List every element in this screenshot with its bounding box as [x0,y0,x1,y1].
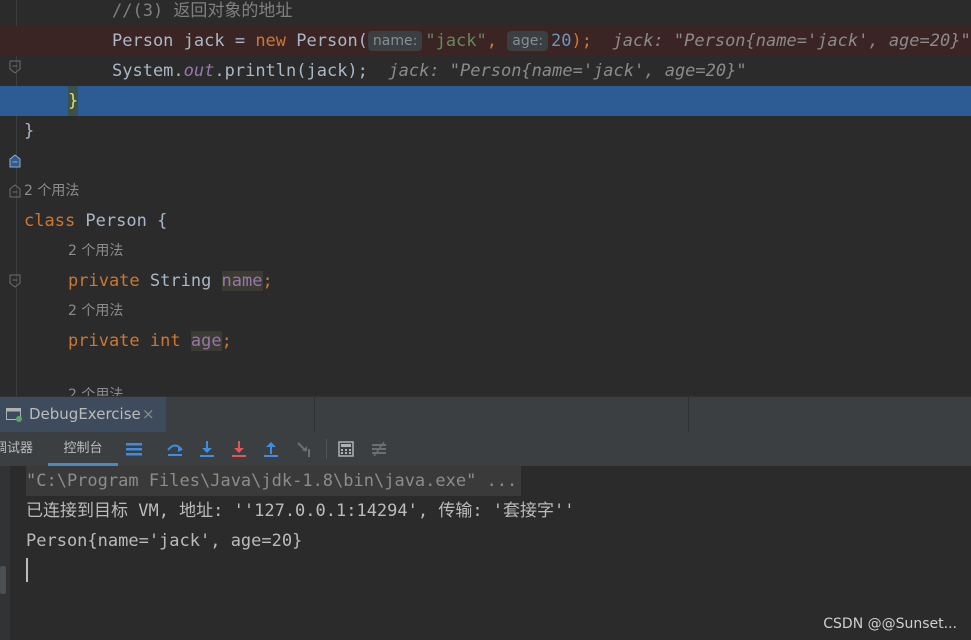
comma: , [486,31,508,51]
fold-marker-icon[interactable] [9,94,21,168]
fold-marker-icon[interactable] [9,0,21,74]
run-to-cursor-icon [296,440,314,458]
console-gutter [0,466,10,640]
inline-debug-value: jack: "Person{name='jack', age=20}" [367,61,747,81]
code-line-comment[interactable]: //(3) 返回对象的地址 [0,0,971,74]
trace-icon [370,440,388,458]
step-into-icon[interactable] [198,440,216,458]
tab-label: DebugExercise [29,405,141,423]
usages-hint[interactable]: 2 个用法 [68,380,123,396]
code-editor[interactable]: //(3) 返回对象的地址 Person jack = new Person(n… [0,0,971,396]
private-keyword: private [68,271,140,291]
inline-debug-value: jack: "Person{name='jack', age=20}" [592,31,971,51]
code-line-class-decl[interactable]: class Person { [0,206,971,288]
code-line-new-person[interactable]: Person jack = new Person(name: "jack", ag… [0,26,971,56]
field-type: String [139,271,222,291]
fold-marker-icon[interactable] [9,124,21,198]
console-output[interactable]: "C:\Program Files\Java\jdk-1.8\bin\java.… [0,466,971,640]
evaluate-icon[interactable] [337,440,355,458]
param-hint-age: age: [507,31,549,51]
system-class: System. [112,61,184,81]
step-out-icon[interactable] [262,440,280,458]
code-line-current[interactable]: } [0,86,971,168]
comment-text: //(3) 返回对象的地址 [112,1,293,21]
private-keyword: private [68,331,140,351]
usages-hint[interactable]: 2 个用法 [24,176,79,206]
tab-debug-exercise[interactable]: DebugExercise × [0,397,166,432]
println-call: .println(jack); [214,61,368,81]
toolbar-divider [326,439,327,459]
brace-close-method: } [68,86,79,116]
tab-console[interactable]: 控制台 [48,432,118,466]
arg-string: "jack" [425,31,487,51]
header-divider [314,397,315,432]
watermark: CSDN @@Sunset... [823,616,957,632]
header-divider [688,397,689,432]
class-declaration: class Person { [24,206,167,236]
field-declaration: private String name; [68,266,273,296]
field-declaration: private int age; [68,326,232,356]
fold-marker-icon[interactable] [9,214,21,288]
debug-session-icon [6,407,22,422]
usages-hint[interactable]: 2 个用法 [68,236,123,266]
brace-close-class: } [24,121,35,141]
debug-tool-window-header: DebugExercise × [0,396,971,432]
usages-hint[interactable]: 2 个用法 [68,296,123,326]
var-decl: jack = [173,31,256,51]
new-keyword: new [255,31,287,51]
console-command-line[interactable]: "C:\Program Files\Java\jdk-1.8\bin\java.… [26,466,522,496]
param-hint-name: name: [367,31,423,51]
field-identifier: name [221,271,263,291]
statement-end: ); [571,31,593,51]
statement: System.out.println(jack); jack: "Person{… [112,56,747,86]
out-field: out [183,61,215,81]
field-type: int [139,331,181,351]
step-over-icon[interactable] [166,440,184,458]
force-step-into-icon[interactable] [230,440,248,458]
field-identifier: age [190,331,222,351]
semicolon: ; [221,331,232,351]
console-scroll-marker[interactable] [0,566,6,594]
semicolon: ; [262,271,273,291]
console-list-icon[interactable] [125,440,143,458]
debug-toolbar: 调试器 控制台 [0,432,971,467]
input-caret[interactable] [26,558,28,582]
tab-close-icon[interactable]: × [142,397,155,432]
class-name: Person { [75,211,168,231]
type-name: Person [112,31,174,51]
console-vm-connected-line: 已连接到目标 VM, 地址: ''127.0.0.1:14294', 传输: '… [26,501,575,521]
code-line-class-close[interactable]: } [0,116,971,198]
code-line-field-age[interactable]: private int age; [0,326,971,356]
statement: Person jack = new Person(name: "jack", ag… [112,26,971,56]
class-keyword: class [24,211,76,231]
console-output-line: Person{name='jack', age=20} [26,531,303,551]
arg-number: 20 [551,31,572,51]
code-line-field-name[interactable]: private String name; [0,266,971,296]
constructor-call: Person( [286,31,368,51]
code-line-println[interactable]: System.out.println(jack); jack: "Person{… [0,56,971,86]
tab-debugger[interactable]: 调试器 [0,432,33,466]
